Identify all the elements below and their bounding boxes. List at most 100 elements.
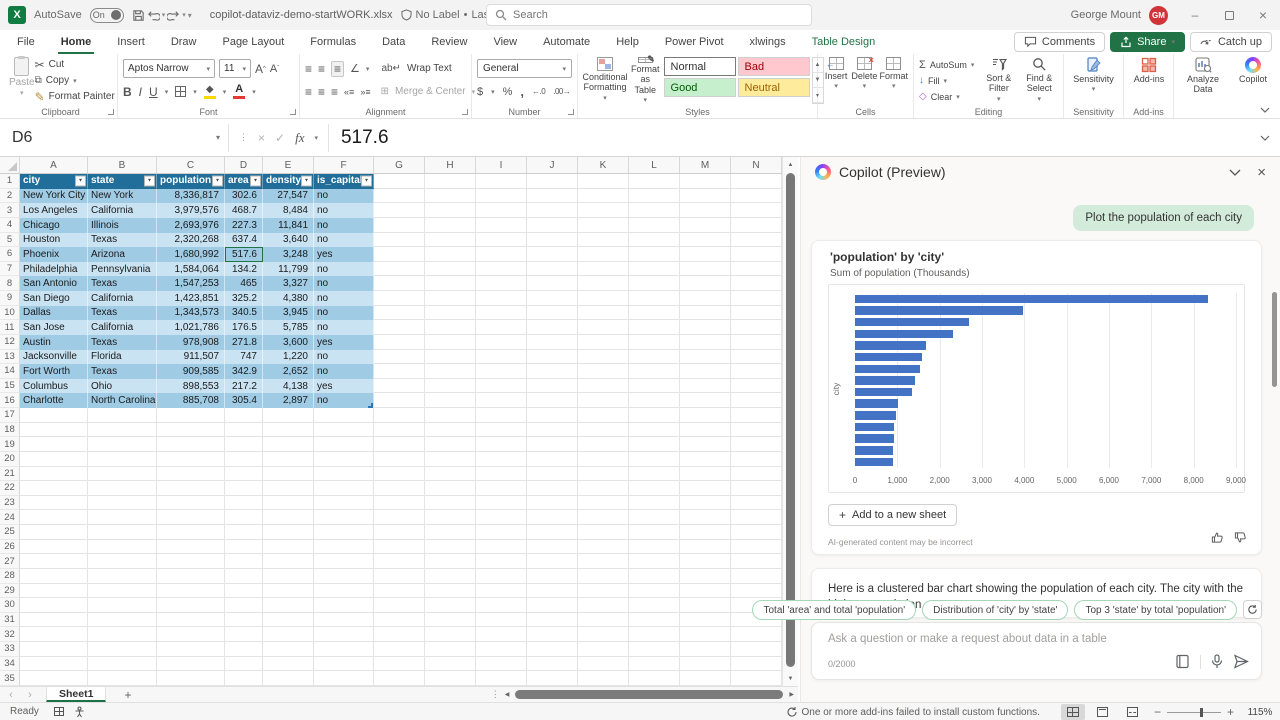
cell-B10[interactable]: Texas	[88, 306, 157, 321]
format-painter-button[interactable]: ✎Format Painter	[35, 89, 115, 104]
enter-formula-icon[interactable]: ✓	[275, 131, 285, 145]
cell-N33[interactable]	[731, 642, 782, 657]
find-select-button[interactable]: Find & Select▾	[1021, 57, 1058, 104]
cell-B29[interactable]	[88, 584, 157, 599]
cell-M9[interactable]	[680, 291, 731, 306]
cell-E13[interactable]: 1,220	[263, 350, 314, 365]
row-header-21[interactable]: 21	[0, 467, 20, 482]
cell-J30[interactable]	[527, 598, 578, 613]
cell-B26[interactable]	[88, 540, 157, 555]
cell-H4[interactable]	[425, 218, 476, 233]
cell-D5[interactable]: 637.4	[225, 233, 263, 248]
column-header-D[interactable]: D	[225, 157, 263, 173]
cell-N1[interactable]	[731, 174, 782, 189]
cell-I29[interactable]	[476, 584, 527, 599]
cell-M16[interactable]	[680, 393, 731, 408]
tab-view[interactable]: View	[480, 30, 530, 54]
cell-H1[interactable]	[425, 174, 476, 189]
conditional-formatting-button[interactable]: Conditional Formatting ▾	[583, 57, 627, 104]
cell-E33[interactable]	[263, 642, 314, 657]
cell-H2[interactable]	[425, 189, 476, 204]
cell-M8[interactable]	[680, 276, 731, 291]
cell-N12[interactable]	[731, 335, 782, 350]
wrap-text-icon[interactable]: ab↵	[381, 63, 401, 74]
cell-I15[interactable]	[476, 379, 527, 394]
increase-decimal-icon[interactable]: ←.0	[532, 87, 545, 96]
cell-E17[interactable]	[263, 408, 314, 423]
row-header-27[interactable]: 27	[0, 554, 20, 569]
cell-L26[interactable]	[629, 540, 680, 555]
comma-style-icon[interactable]: ,	[520, 84, 524, 99]
cell-G14[interactable]	[374, 364, 425, 379]
cell-J21[interactable]	[527, 467, 578, 482]
name-box-dropdown[interactable]: ▾	[216, 133, 220, 142]
row-header-12[interactable]: 12	[0, 335, 20, 350]
cell-B33[interactable]	[88, 642, 157, 657]
cell-B18[interactable]	[88, 423, 157, 438]
cell-F28[interactable]	[314, 569, 374, 584]
row-header-32[interactable]: 32	[0, 627, 20, 642]
cell-M35[interactable]	[680, 671, 731, 686]
cell-G35[interactable]	[374, 671, 425, 686]
cell-D23[interactable]	[225, 496, 263, 511]
delete-cells-button[interactable]: × Delete▾	[851, 57, 877, 104]
filter-button-area[interactable]: ▾	[250, 175, 261, 186]
cell-C18[interactable]	[157, 423, 225, 438]
cell-L15[interactable]	[629, 379, 680, 394]
refresh-suggestions-button[interactable]	[1243, 600, 1262, 619]
cell-B25[interactable]	[88, 525, 157, 540]
cell-K22[interactable]	[578, 481, 629, 496]
cell-D33[interactable]	[225, 642, 263, 657]
cell-N7[interactable]	[731, 262, 782, 277]
cell-E14[interactable]: 2,652	[263, 364, 314, 379]
cell-H24[interactable]	[425, 510, 476, 525]
cell-F27[interactable]	[314, 554, 374, 569]
cell-K28[interactable]	[578, 569, 629, 584]
cell-E29[interactable]	[263, 584, 314, 599]
cell-E5[interactable]: 3,640	[263, 233, 314, 248]
cell-M4[interactable]	[680, 218, 731, 233]
cell-K11[interactable]	[578, 320, 629, 335]
column-header-B[interactable]: B	[88, 157, 157, 173]
decrease-font-icon[interactable]: Aˇ	[270, 63, 279, 75]
cell-H29[interactable]	[425, 584, 476, 599]
cell-K35[interactable]	[578, 671, 629, 686]
cell-K16[interactable]	[578, 393, 629, 408]
cell-A9[interactable]: San Diego	[20, 291, 88, 306]
sensitivity-button[interactable]: Sensitivity▾	[1070, 57, 1118, 93]
row-header-1[interactable]: 1	[0, 174, 20, 189]
cell-D11[interactable]: 176.5	[225, 320, 263, 335]
cell-C17[interactable]	[157, 408, 225, 423]
cell-E4[interactable]: 11,841	[263, 218, 314, 233]
redo-dropdown[interactable]: ▾	[182, 11, 186, 19]
cell-A26[interactable]	[20, 540, 88, 555]
row-header-29[interactable]: 29	[0, 584, 20, 599]
cell-N22[interactable]	[731, 481, 782, 496]
cell-A12[interactable]: Austin	[20, 335, 88, 350]
underline-button[interactable]: U	[149, 85, 158, 99]
cell-K6[interactable]	[578, 247, 629, 262]
cell-L13[interactable]	[629, 350, 680, 365]
style-neutral[interactable]: Neutral	[738, 78, 810, 97]
cell-H11[interactable]	[425, 320, 476, 335]
cell-F21[interactable]	[314, 467, 374, 482]
cell-C4[interactable]: 2,693,976	[157, 218, 225, 233]
cell-G28[interactable]	[374, 569, 425, 584]
cell-N14[interactable]	[731, 364, 782, 379]
cell-D25[interactable]	[225, 525, 263, 540]
user-name[interactable]: George Mount	[1071, 9, 1141, 21]
cell-J28[interactable]	[527, 569, 578, 584]
cell-I4[interactable]	[476, 218, 527, 233]
cell-J9[interactable]	[527, 291, 578, 306]
copilot-input[interactable]	[828, 633, 1158, 645]
cell-A14[interactable]: Fort Worth	[20, 364, 88, 379]
cell-N27[interactable]	[731, 554, 782, 569]
cell-E18[interactable]	[263, 423, 314, 438]
cell-B14[interactable]: Texas	[88, 364, 157, 379]
cell-L31[interactable]	[629, 613, 680, 628]
cell-C8[interactable]: 1,547,253	[157, 276, 225, 291]
cell-D22[interactable]	[225, 481, 263, 496]
cell-I30[interactable]	[476, 598, 527, 613]
cell-E19[interactable]	[263, 437, 314, 452]
cell-A34[interactable]	[20, 657, 88, 672]
